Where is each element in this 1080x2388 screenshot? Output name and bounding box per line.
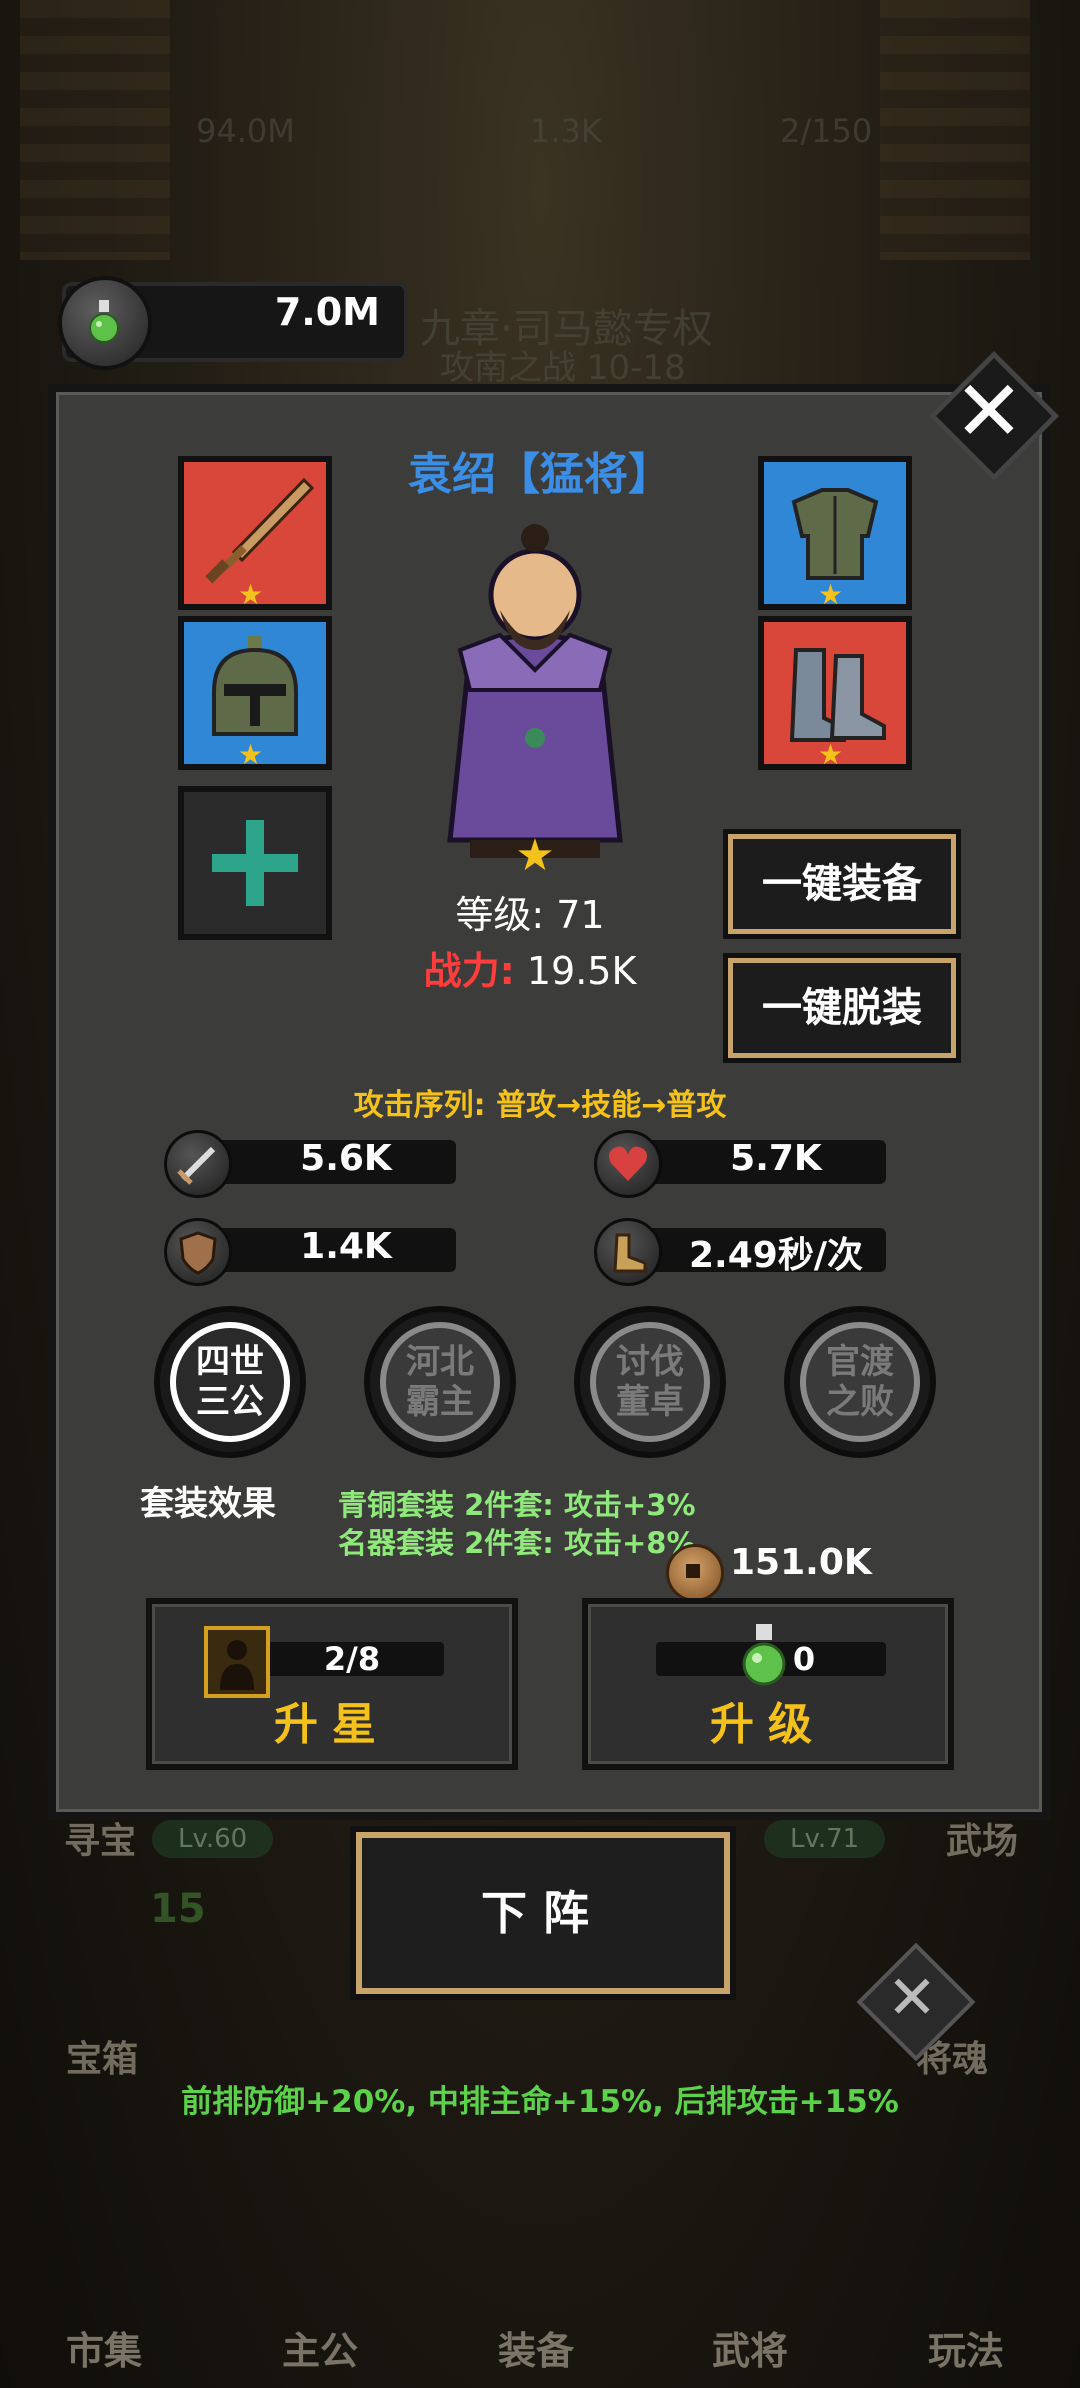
set-effect-famous: 名器套装 2件套: 攻击+8% (338, 1526, 696, 1560)
attack-sequence: 攻击序列: 普攻→技能→普攻 (353, 1088, 727, 1123)
power-value: 19.5K (526, 949, 637, 993)
nav-equipment: 装备 (498, 2329, 575, 2373)
hp-value: 5.7K (730, 1138, 822, 1179)
level-up-label: 升级 (710, 1699, 826, 1750)
speed-value: 2.49秒/次 (689, 1235, 863, 1276)
trait-guandu-defeat[interactable]: 官渡 之败 (784, 1306, 936, 1458)
green-potion-icon (58, 276, 152, 370)
close-button[interactable]: ✕ (928, 350, 1060, 482)
extra-slot[interactable] (178, 786, 332, 940)
bg-chest-count: 15 (150, 1886, 206, 1932)
star-up-button[interactable]: 2/8 升星 (146, 1598, 518, 1770)
star-up-label: 升星 (274, 1699, 390, 1750)
trait-text: 河北 霸主 (406, 1342, 474, 1422)
boot-speed-icon (594, 1218, 662, 1286)
weapon-star: ★ (238, 578, 264, 611)
set-effects-label: 套装效果 (140, 1484, 276, 1524)
heart-icon (594, 1130, 662, 1198)
bg-chest-label: 宝箱 (66, 2039, 139, 2080)
remove-from-lineup-button[interactable]: 下阵 (356, 1832, 730, 1994)
trait-text: 官渡 之败 (826, 1342, 894, 1422)
trait-four-generations[interactable]: 四世 三公 (154, 1306, 306, 1458)
nav-generals: 武将 (712, 2329, 789, 2373)
sword-stat-icon (164, 1130, 232, 1198)
nav-market: 市集 (66, 2329, 143, 2373)
unequip-all-button[interactable]: 一键脱装 (728, 958, 956, 1058)
formation-bonus: 前排防御+20%, 中排主命+15%, 后排攻击+15% (181, 2084, 899, 2120)
potion-count: 0 (792, 1640, 816, 1678)
close-icon: ✕ (886, 1963, 938, 2033)
star-count: 2/8 (323, 1640, 381, 1678)
helmet-star: ★ (238, 738, 264, 771)
trait-text: 四世 三公 (196, 1342, 264, 1422)
trait-text: 讨伐 董卓 (616, 1342, 684, 1422)
bg-close-button: ✕ (856, 1942, 976, 2062)
attack-value: 5.6K (300, 1138, 392, 1179)
trait-hebei-overlord[interactable]: 河北 霸主 (364, 1306, 516, 1458)
armor-star: ★ (818, 578, 844, 611)
defense-value: 1.4K (300, 1226, 392, 1267)
shield-icon (164, 1218, 232, 1286)
nav-lord: 主公 (282, 2329, 359, 2373)
hero-level: 等级: 71 (455, 893, 605, 937)
hero-power: 战力: 19.5K (380, 940, 680, 995)
power-label: 战力: (423, 949, 515, 993)
bg-level-badge: Lv.60 (152, 1820, 274, 1858)
bg-level-badge: Lv.71 (764, 1820, 886, 1858)
hero-name: 袁绍【猛将】 (408, 449, 672, 500)
plus-icon (212, 820, 298, 906)
potion-value: 7.0M (274, 290, 380, 334)
coin-icon (666, 1544, 724, 1602)
close-icon: ✕ (953, 362, 1025, 460)
trait-campaign-dongzhuo[interactable]: 讨伐 董卓 (574, 1306, 726, 1458)
svg-text:★: ★ (515, 830, 554, 880)
set-effect-bronze: 青铜套装 2件套: 攻击+3% (338, 1488, 696, 1522)
level-up-button[interactable]: 0 升级 (582, 1598, 954, 1770)
nav-gameplay: 玩法 (928, 2329, 1005, 2373)
hero-portrait[interactable]: ★ (410, 500, 660, 880)
boots-star: ★ (818, 738, 844, 771)
equip-all-button[interactable]: 一键装备 (728, 834, 956, 934)
coin-value: 151.0K (730, 1542, 872, 1583)
